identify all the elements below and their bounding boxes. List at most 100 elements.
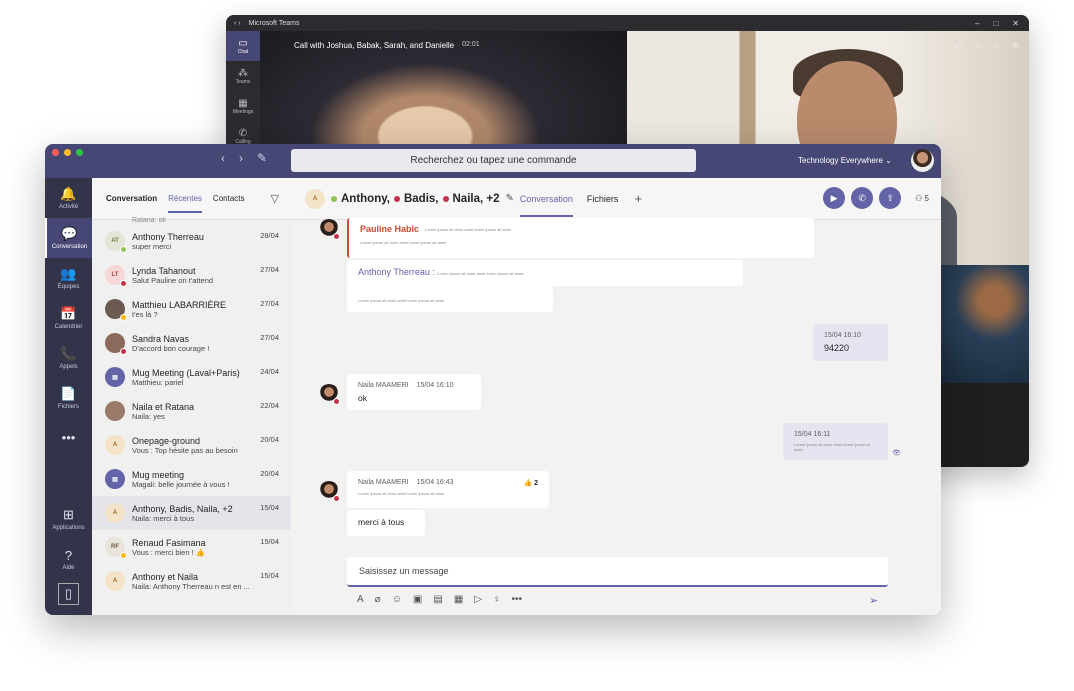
rail-bottom-item-1[interactable]: ? Aide: [45, 539, 92, 579]
like-reaction[interactable]: 👍 2: [523, 479, 538, 487]
message-input[interactable]: Saisissez un message: [347, 557, 888, 587]
rail-item-6[interactable]: •••: [45, 418, 92, 458]
back-icon[interactable]: ‹: [221, 151, 225, 165]
video-call-button[interactable]: ▶: [823, 187, 846, 209]
app-rail: 🔔 Activité 💬 Conversation 👥 Équipes 📅 Calendrie…: [45, 178, 92, 615]
rail-item-1[interactable]: 💬 Conversation: [45, 218, 92, 258]
back-rail-chat[interactable]: ▭ Chat: [226, 31, 260, 61]
device-icon[interactable]: ▯: [45, 579, 92, 609]
item-date: 28/04: [260, 231, 279, 240]
tab-conversation[interactable]: Conversation: [106, 194, 157, 203]
forward-icon[interactable]: ›: [239, 151, 243, 165]
teams-icon: ⁂: [238, 67, 248, 79]
teams-main-window: ‹ › ✎ Recherchez ou tapez une commande Tec…: [45, 144, 941, 615]
nav-arrows[interactable]: ‹ › ✎: [221, 151, 267, 165]
avatar[interactable]: [911, 149, 934, 172]
reply-author: Anthony Therreau :: [358, 267, 435, 277]
reply-message: Anthony Therreau : Lorem ipsum sit dolor…: [347, 260, 743, 286]
chat-title: Anthony, Badis, Naila, +2: [331, 193, 500, 205]
compose-icon[interactable]: ✎: [257, 151, 267, 165]
avatar: ▤: [105, 367, 125, 387]
gif-icon[interactable]: ▣: [413, 594, 422, 605]
tab-contacts[interactable]: Contacts: [213, 194, 245, 203]
list-item-partial: Ratana: ok: [132, 217, 166, 224]
rail-item-3[interactable]: 📅 Calendrier: [45, 298, 92, 338]
item-date: 15/04: [260, 537, 279, 546]
list-item[interactable]: Naila et Ratana Naila: yes 22/04: [92, 394, 291, 428]
item-date: 27/04: [260, 265, 279, 274]
minimize-icon[interactable]: –: [975, 19, 979, 28]
stream-icon[interactable]: ▷: [474, 594, 482, 605]
share-screen-button[interactable]: ⇪: [879, 187, 902, 209]
call-controls[interactable]: ⤢ ▭ ⚇ ⚙: [955, 41, 1019, 51]
message-body: Lorem ipsum sit dolor amet lorem ipsum s…: [347, 286, 553, 312]
zoom-dot[interactable]: [76, 149, 83, 156]
phone-icon: ✆: [238, 127, 248, 139]
traffic-lights[interactable]: [52, 149, 83, 156]
minimize-dot[interactable]: [64, 149, 71, 156]
tab-recent[interactable]: Récentes: [168, 184, 202, 213]
participants-button[interactable]: ⚇ 5: [915, 194, 929, 203]
back-nav-icon[interactable]: ‹ ›: [234, 20, 241, 27]
participants-icon[interactable]: ⚇: [993, 41, 1000, 51]
list-item[interactable]: A Anthony et Naila Naila: Anthony Therreau…: [92, 564, 291, 598]
list-item[interactable]: LT Lynda Tahanout Salut Pauline on t'atten…: [92, 258, 291, 292]
call-title: Call with Joshua, Babak, Sarah, and Dani…: [294, 41, 480, 50]
rail-item-2[interactable]: 👥 Équipes: [45, 258, 92, 298]
settings-icon[interactable]: ⚙: [1012, 41, 1019, 51]
rail-label: Appels: [59, 364, 78, 370]
list-item[interactable]: A Onepage-ground Vous : Top hésite pas au …: [92, 428, 291, 462]
sender-avatar: [319, 219, 340, 240]
audio-call-button[interactable]: ✆: [851, 187, 874, 209]
avatar: LT: [105, 265, 127, 287]
item-preview: Vous : Top hésite pas au besoin: [132, 445, 238, 455]
edit-icon[interactable]: ✎: [506, 193, 514, 204]
item-preview: Naila: Anthony Therreau n est en ...: [132, 581, 250, 591]
chat-actions: ▶ ✆ ⇪ ⚇ 5: [823, 187, 929, 209]
list-item[interactable]: AT Anthony Therreau super merci 28/04: [92, 224, 291, 258]
item-date: 27/04: [260, 299, 279, 308]
chat-header: A Anthony, Badis, Naila, +2 ✎ Conversati…: [291, 178, 941, 220]
message-ok: Naila MAAMERI 15/04 16:10 ok: [347, 374, 481, 410]
window-controls[interactable]: – □ ✕: [975, 19, 1029, 28]
sender-avatar: [319, 384, 340, 405]
sticker-icon[interactable]: ▤: [433, 594, 442, 605]
rail-item-5[interactable]: 📄 Fichiers: [45, 378, 92, 418]
group-avatar: A: [305, 188, 325, 209]
chat-list: Conversation Récentes Contacts ▽ Ratana:…: [92, 178, 291, 615]
rail-label: Activité: [58, 204, 79, 210]
rail-item-4[interactable]: 📞 Appels: [45, 338, 92, 378]
chat-icon[interactable]: ▭: [973, 41, 981, 51]
meeting-icon[interactable]: ▦: [454, 594, 463, 605]
close-icon[interactable]: ✕: [1012, 19, 1019, 28]
list-item[interactable]: A Anthony, Badis, Naila, +2 Naila: merci à…: [92, 496, 291, 530]
praise-icon[interactable]: ♀: [493, 594, 501, 605]
list-item[interactable]: ▤ Mug meeting Magali: belle journée à vous…: [92, 462, 291, 496]
emoji-icon[interactable]: ☺: [392, 594, 402, 605]
search-input[interactable]: Recherchez ou tapez une commande: [291, 149, 696, 172]
item-preview: D'accord bon courage !: [132, 343, 210, 353]
send-icon[interactable]: ➢: [869, 594, 878, 607]
calendar-icon: ▦: [238, 97, 248, 109]
add-tab-icon[interactable]: +: [634, 191, 642, 206]
more-icon[interactable]: •••: [511, 594, 522, 605]
back-rail-teams[interactable]: ⁂ Teams: [226, 61, 260, 91]
list-item[interactable]: ▤ Mug Meeting (Laval+Paris) Matthieu: pari…: [92, 360, 291, 394]
filter-icon[interactable]: ▽: [271, 192, 279, 205]
format-icon[interactable]: A: [357, 594, 364, 605]
tab-chat-files[interactable]: Fichiers: [587, 194, 619, 204]
close-dot[interactable]: [52, 149, 59, 156]
list-item[interactable]: RF Renaud Fasimana Vous : merci bien ! 👍 15…: [92, 530, 291, 564]
org-switcher[interactable]: Technology Everywhere ⌄: [798, 156, 892, 165]
maximize-icon[interactable]: □: [993, 19, 998, 28]
attach-icon[interactable]: ⌀: [375, 594, 381, 605]
list-item[interactable]: Matthieu LABARRIÈRE t'es là ? 27/04: [92, 292, 291, 326]
rail-item-0[interactable]: 🔔 Activité: [45, 178, 92, 218]
more-icon: •••: [61, 429, 76, 445]
back-rail-meetings[interactable]: ▦ Meetings: [226, 91, 260, 121]
list-item[interactable]: Sandra Navas D'accord bon courage ! 27/04: [92, 326, 291, 360]
video-tile-3: [941, 265, 1029, 383]
tab-chat-conversation[interactable]: Conversation: [519, 181, 573, 217]
expand-icon[interactable]: ⤢: [955, 41, 961, 51]
rail-bottom-item-0[interactable]: ⊞ Applications: [45, 499, 92, 539]
